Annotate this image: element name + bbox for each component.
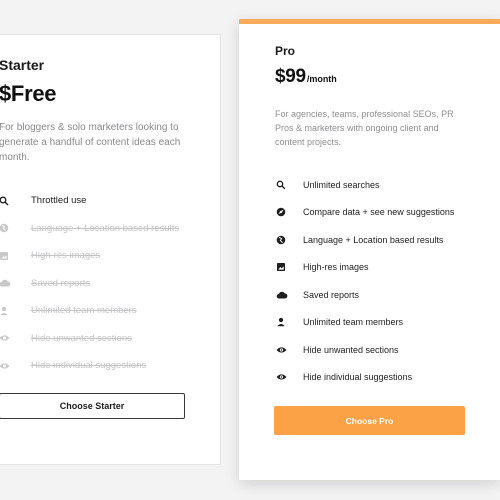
eye-icon bbox=[0, 360, 15, 372]
pro-feature-item: Compare data + see new suggestions bbox=[276, 199, 454, 227]
starter-feature-item: Hide individual suggestions bbox=[0, 352, 179, 380]
pro-price-row: $99 /month bbox=[275, 66, 337, 88]
pro-feature-list: Unlimited searches Compare data + see ne… bbox=[276, 171, 454, 391]
starter-plan-name: Starter bbox=[0, 57, 45, 73]
starter-feature-item: Unlimited team members bbox=[0, 297, 179, 325]
starter-feature-label: Throttled use bbox=[31, 195, 87, 207]
pro-feature-item: High-res images bbox=[276, 254, 454, 282]
pro-plan-card: Pro $99 /month For agencies, teams, prof… bbox=[239, 19, 500, 480]
pro-plan-name: Pro bbox=[275, 44, 296, 58]
globe-icon bbox=[276, 234, 292, 246]
compass-icon bbox=[276, 206, 292, 218]
starter-feature-label: Saved reports bbox=[31, 277, 91, 289]
starter-feature-label: Unlimited team members bbox=[31, 305, 137, 317]
user-icon bbox=[0, 305, 15, 317]
pro-feature-item: Hide individual suggestions bbox=[276, 364, 454, 392]
starter-feature-label: Hide unwanted sections bbox=[31, 332, 132, 344]
pricing-section: Starter $Free For bloggers & solo market… bbox=[0, 0, 500, 500]
search-icon bbox=[276, 179, 292, 191]
starter-plan-card: Starter $Free For bloggers & solo market… bbox=[0, 34, 221, 465]
starter-feature-label: High-res images bbox=[31, 250, 101, 262]
pro-feature-label: Compare data + see new suggestions bbox=[303, 207, 455, 218]
image-icon bbox=[0, 250, 15, 262]
pro-feature-label: High-res images bbox=[303, 262, 369, 273]
pro-feature-label: Saved reports bbox=[303, 289, 360, 300]
starter-feature-item: Throttled use bbox=[0, 187, 179, 215]
pro-feature-label: Unlimited searches bbox=[303, 179, 380, 190]
starter-feature-item: Saved reports bbox=[0, 270, 179, 298]
user-icon bbox=[276, 316, 292, 328]
pro-feature-item: Language + Location based results bbox=[276, 226, 454, 254]
starter-feature-item: Language + Location based results bbox=[0, 215, 179, 243]
search-icon bbox=[0, 195, 15, 207]
image-icon bbox=[276, 261, 292, 273]
starter-feature-item: High-res images bbox=[0, 242, 179, 270]
starter-plan-description: For bloggers & solo marketers looking to… bbox=[0, 122, 181, 163]
pro-plan-price: $99 bbox=[275, 66, 306, 87]
pro-feature-label: Hide individual suggestions bbox=[303, 372, 413, 383]
starter-plan-price: $Free bbox=[0, 81, 57, 106]
choose-starter-button[interactable]: Choose Starter bbox=[0, 393, 185, 419]
pro-plan-description: For agencies, teams, professional SEOs, … bbox=[275, 109, 454, 147]
pro-plan-period: /month bbox=[306, 74, 337, 84]
pro-feature-label: Language + Location based results bbox=[303, 234, 444, 245]
eye-icon bbox=[276, 344, 292, 356]
pro-feature-label: Unlimited team members bbox=[303, 317, 404, 328]
eye-icon bbox=[0, 332, 15, 344]
starter-feature-label: Hide individual suggestions bbox=[31, 360, 147, 372]
eye-icon bbox=[276, 371, 292, 383]
starter-feature-item: Hide unwanted sections bbox=[0, 325, 179, 353]
pro-feature-item: Hide unwanted sections bbox=[276, 336, 454, 364]
pro-feature-item: Saved reports bbox=[276, 281, 454, 309]
starter-feature-list: Throttled use Language + Location based … bbox=[0, 187, 179, 380]
cloud-icon bbox=[0, 277, 15, 289]
choose-pro-button[interactable]: Choose Pro bbox=[274, 406, 465, 435]
starter-feature-label: Language + Location based results bbox=[31, 222, 180, 234]
pro-feature-item: Unlimited team members bbox=[276, 309, 454, 337]
pro-feature-item: Unlimited searches bbox=[276, 171, 454, 199]
globe-icon bbox=[0, 222, 15, 234]
cloud-icon bbox=[276, 289, 292, 301]
pro-feature-label: Hide unwanted sections bbox=[303, 344, 399, 355]
